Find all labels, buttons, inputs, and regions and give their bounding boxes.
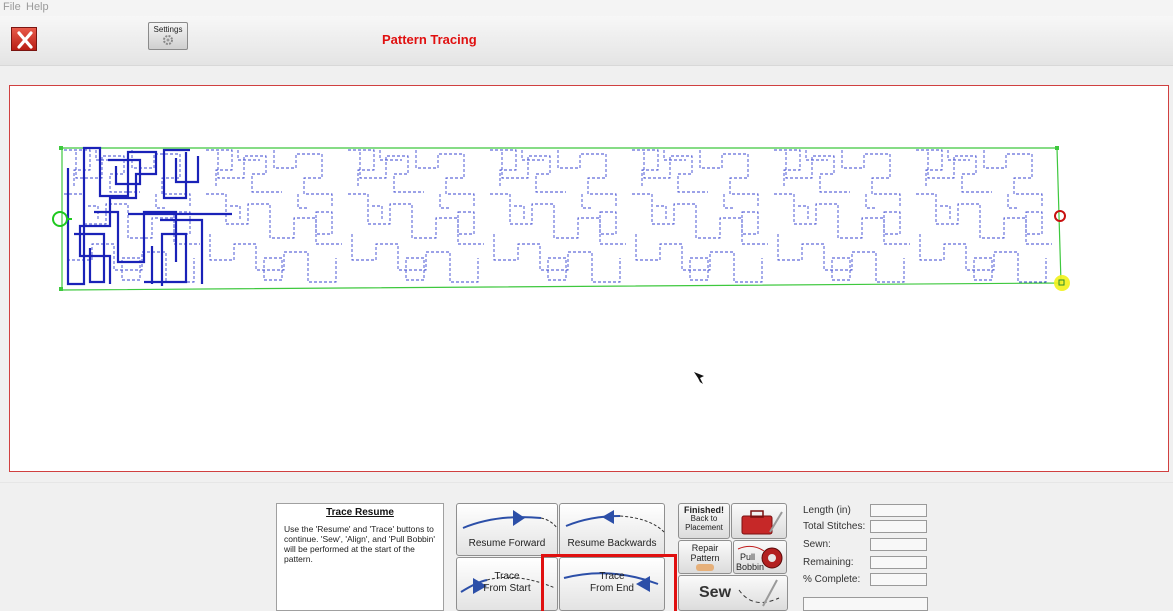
sew-button[interactable]: Sew	[678, 575, 788, 611]
needle-icon	[738, 579, 780, 607]
stat-sewn-value	[870, 538, 927, 551]
cursor-icon	[694, 372, 704, 384]
stat-total-stitches-value	[870, 520, 927, 533]
settings-label: Settings	[153, 25, 183, 34]
stat-percent-complete-label: % Complete:	[803, 574, 861, 585]
repair-label-1: Repair	[691, 543, 719, 553]
menu-bar: File Help	[0, 0, 1173, 16]
back-to-label: Back to	[690, 514, 718, 523]
settings-button[interactable]: Settings	[148, 22, 188, 50]
progress-bar	[803, 597, 928, 611]
info-body: Use the 'Resume' and 'Trace' buttons to …	[284, 524, 436, 564]
toolbox-button[interactable]	[731, 503, 787, 539]
menu-file[interactable]: File	[3, 1, 21, 13]
pattern-canvas[interactable]	[9, 85, 1169, 472]
stat-length-label: Length (in)	[803, 505, 851, 516]
resume-backwards-button[interactable]: Resume Backwards	[559, 503, 665, 556]
resume-forward-button[interactable]: Resume Forward	[456, 503, 558, 556]
stat-percent-complete: % Complete:	[803, 573, 943, 587]
bobbin-label: Bobbin	[736, 562, 765, 572]
page-title: Pattern Tracing	[382, 32, 477, 47]
toolbar: Settings Pattern Tracing	[0, 16, 1173, 66]
divider	[0, 482, 1173, 483]
stat-length: Length (in)	[803, 504, 943, 518]
stat-length-value	[870, 504, 927, 517]
bandage-icon	[696, 564, 714, 571]
stat-remaining-label: Remaining:	[803, 557, 854, 568]
stat-percent-complete-value	[870, 573, 927, 586]
placement-label: Placement	[685, 523, 723, 532]
stat-total-stitches: Total Stitches:	[803, 520, 943, 534]
resume-forward-icon	[462, 510, 558, 529]
resume-backwards-icon	[565, 510, 665, 533]
pattern-bounds	[61, 147, 1062, 291]
highlight-box	[541, 554, 677, 611]
repair-label-2: Pattern	[690, 553, 720, 563]
stat-sewn: Sewn:	[803, 538, 943, 552]
stat-total-stitches-label: Total Stitches:	[803, 521, 866, 532]
stat-sewn-label: Sewn:	[803, 539, 831, 550]
gear-icon	[163, 35, 173, 45]
resume-forward-label: Resume Forward	[468, 538, 546, 549]
sew-label: Sew	[699, 584, 732, 601]
pull-label: Pull	[740, 552, 756, 562]
close-icon	[17, 31, 33, 49]
pattern-svg	[52, 146, 1070, 384]
stat-remaining: Remaining:	[803, 556, 943, 570]
menu-help[interactable]: Help	[26, 1, 49, 13]
toolbox-icon	[741, 510, 783, 535]
stat-remaining-value	[870, 556, 927, 569]
close-button[interactable]	[11, 27, 37, 51]
finished-back-to-placement-button[interactable]: Finished! Back to Placement	[678, 503, 730, 539]
info-panel: Trace Resume Use the 'Resume' and 'Trace…	[276, 503, 444, 611]
needle-position-marker	[1054, 275, 1070, 291]
resume-backwards-label: Resume Backwards	[567, 538, 657, 549]
info-title: Trace Resume	[326, 507, 394, 518]
repair-pattern-button[interactable]: Repair Pattern	[678, 540, 732, 574]
pull-bobbin-button[interactable]: Pull Bobbin	[733, 540, 787, 574]
